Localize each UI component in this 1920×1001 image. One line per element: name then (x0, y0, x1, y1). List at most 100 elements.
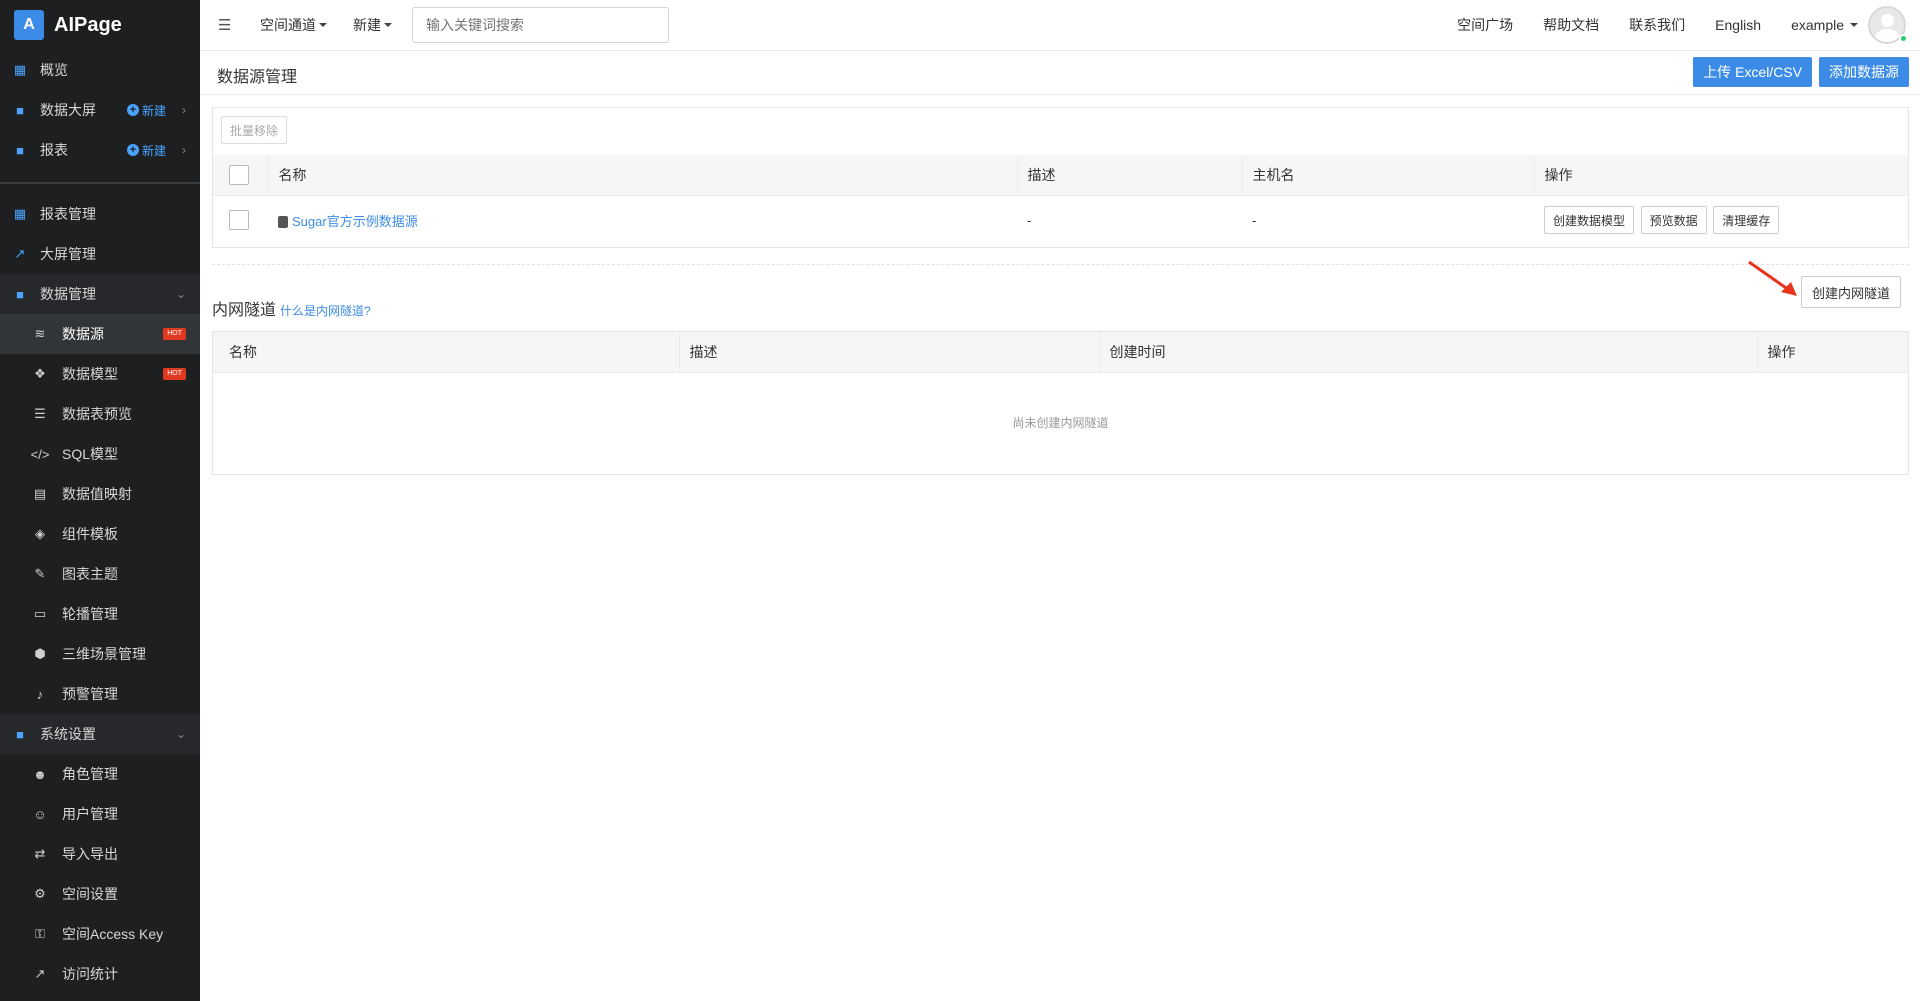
tunnel-empty-text: 尚未创建内网隧道 (213, 372, 1908, 472)
tunnel-table: 名称 描述 创建时间 操作 (213, 332, 1908, 372)
hot-badge: HOT (163, 368, 186, 380)
sidebar-group-system-settings[interactable]: ■ 系统设置 ⌄ (0, 714, 200, 754)
datasource-host: - (1242, 194, 1534, 245)
sidebar-item-alert[interactable]: ♪ 预警管理 (0, 674, 200, 714)
sidebar-item-overview[interactable]: ▦ 概览 (0, 50, 200, 90)
col-tunnel-name: 名称 (213, 332, 680, 372)
sidebar-item-label: 数据模型 (62, 366, 118, 382)
sidebar-item-screens[interactable]: ■ 数据大屏 + 新建 › (0, 90, 200, 130)
sidebar-item-label: 组件模板 (62, 526, 118, 542)
sidebar-item-label: 数据大屏 (40, 102, 96, 118)
sidebar-group-data-manage[interactable]: ■ 数据管理 ⌄ (0, 274, 200, 314)
col-tunnel-actions: 操作 (1757, 332, 1908, 372)
brand-name: AIPage (54, 13, 122, 36)
chart-line-icon: ↗ (34, 966, 46, 981)
cube-outline-icon: ◈ (35, 526, 45, 541)
sidebar-item-label: 空间Access Key (62, 926, 164, 942)
sidebar: A AIPage ▦ 概览 ■ 数据大屏 + 新建 › ■ 报表 + 新建 › ▦ … (0, 0, 200, 1001)
add-datasource-button[interactable]: 添加数据源 (1819, 57, 1909, 87)
sidebar-item-value-map[interactable]: ▤ 数据值映射 (0, 474, 200, 514)
new-screen-link[interactable]: + 新建 (126, 102, 166, 119)
database-icon: ≋ (34, 326, 46, 341)
sidebar-item-access-key[interactable]: ⚿ 空间Access Key (0, 914, 200, 954)
sidebar-item-carousel[interactable]: ▭ 轮播管理 (0, 594, 200, 634)
sidebar-item-sql-model[interactable]: </> SQL模型 (0, 434, 200, 474)
link-english[interactable]: English (1715, 17, 1761, 33)
sidebar-item-label: 角色管理 (62, 766, 118, 782)
link-space-square[interactable]: 空间广场 (1457, 15, 1513, 35)
create-model-button[interactable]: 创建数据模型 (1544, 206, 1635, 235)
sidebar-item-reports[interactable]: ■ 报表 + 新建 › (0, 130, 200, 170)
chevron-down-icon: ⌄ (175, 727, 186, 741)
sidebar-item-datasource[interactable]: ≋ 数据源 HOT (0, 314, 200, 354)
sidebar-item-label: 报表 (40, 142, 68, 158)
sidebar-item-label: 概览 (40, 62, 68, 78)
menu-toggle-icon[interactable]: ☰ (218, 16, 234, 34)
preview-data-button[interactable]: 预览数据 (1640, 206, 1707, 235)
batch-remove-button[interactable]: 批量移除 (221, 116, 288, 144)
clear-cache-button[interactable]: 清理缓存 (1713, 206, 1780, 235)
select-all-checkbox[interactable] (229, 164, 249, 185)
sidebar-item-label: 报表管理 (40, 206, 96, 222)
plus-circle-icon: + (126, 144, 139, 156)
sidebar-item-label: 系统设置 (40, 726, 96, 742)
users-icon: ☻ (33, 766, 47, 782)
datasource-table: 名称 描述 主机名 操作 Sugar官方示例数据源 - - 创建数据模型 预览数… (213, 155, 1908, 245)
upload-excel-button[interactable]: 上传 Excel/CSV (1693, 57, 1812, 87)
link-help-docs[interactable]: 帮助文档 (1543, 15, 1599, 35)
sidebar-item-label: 空间设置 (62, 886, 118, 902)
list-icon: ☰ (34, 406, 46, 421)
new-report-link[interactable]: + 新建 (126, 142, 166, 159)
model-icon: ❖ (34, 366, 46, 381)
sidebar-item-roles[interactable]: ☻ 角色管理 (0, 754, 200, 794)
book-icon: ▤ (33, 486, 47, 501)
row-checkbox[interactable] (229, 210, 249, 231)
brand-logo: A (14, 10, 44, 40)
sidebar-item-table-preview[interactable]: ☰ 数据表预览 (0, 394, 200, 434)
folder-icon: ■ (16, 726, 24, 742)
sidebar-item-import-export[interactable]: ⇄ 导入导出 (0, 834, 200, 874)
gear-icon: ⚙ (34, 886, 46, 901)
top-right-nav: 空间广场 帮助文档 联系我们 English example (1457, 0, 1920, 50)
datasource-name-link[interactable]: Sugar官方示例数据源 (292, 214, 418, 229)
user-icon: ☺ (33, 806, 47, 822)
page-title: 数据源管理 (217, 69, 298, 86)
chevron-right-icon: › (182, 103, 186, 117)
col-host: 主机名 (1242, 155, 1535, 195)
folder-icon: ■ (16, 142, 24, 158)
caret-down-icon (319, 23, 327, 27)
sidebar-item-label: 数据表预览 (62, 406, 132, 422)
search-input[interactable] (412, 7, 669, 43)
database-icon (278, 216, 288, 229)
new-dropdown[interactable]: 新建 (353, 15, 392, 35)
sidebar-item-label: 数据源 (62, 326, 104, 342)
sidebar-item-data-model[interactable]: ❖ 数据模型 HOT (0, 354, 200, 394)
link-contact[interactable]: 联系我们 (1629, 15, 1685, 35)
sidebar-item-label: 预警管理 (62, 686, 118, 702)
sidebar-item-chart-theme[interactable]: ✎ 图表主题 (0, 554, 200, 594)
caret-down-icon (1850, 23, 1858, 27)
brand[interactable]: A AIPage (0, 0, 200, 50)
create-tunnel-button[interactable]: 创建内网隧道 (1801, 276, 1902, 308)
sidebar-item-space-settings[interactable]: ⚙ 空间设置 (0, 874, 200, 914)
tunnel-help-link[interactable]: 什么是内网隧道? (280, 304, 371, 318)
col-desc: 描述 (1017, 155, 1243, 195)
folder-icon: ■ (16, 102, 24, 118)
sidebar-divider (0, 182, 200, 184)
annotation-arrow-icon (1748, 260, 1797, 296)
exchange-icon: ⇄ (34, 846, 46, 861)
user-dropdown[interactable]: example (1791, 17, 1858, 33)
space-dropdown[interactable]: 空间通道 (260, 15, 327, 35)
page-header: 数据源管理 上传 Excel/CSV 添加数据源 (200, 51, 1920, 95)
table-row: Sugar官方示例数据源 - - 创建数据模型 预览数据 清理缓存 (213, 194, 1908, 245)
sidebar-item-report-manage[interactable]: ▦ 报表管理 (0, 194, 200, 234)
magic-wand-icon: ✎ (34, 566, 46, 581)
sidebar-item-users[interactable]: ☺ 用户管理 (0, 794, 200, 834)
topbar: ☰ 空间通道 新建 空间广场 帮助文档 联系我们 English example (200, 0, 1920, 51)
sidebar-item-visit-stats[interactable]: ↗ 访问统计 (0, 954, 200, 994)
tunnel-panel: 名称 描述 创建时间 操作 尚未创建内网隧道 (212, 331, 1909, 475)
sidebar-item-3d-scene[interactable]: ⬢ 三维场景管理 (0, 634, 200, 674)
sidebar-item-component-template[interactable]: ◈ 组件模板 (0, 514, 200, 554)
col-tunnel-desc: 描述 (679, 332, 1100, 372)
sidebar-item-screen-manage[interactable]: ↗ 大屏管理 (0, 234, 200, 274)
